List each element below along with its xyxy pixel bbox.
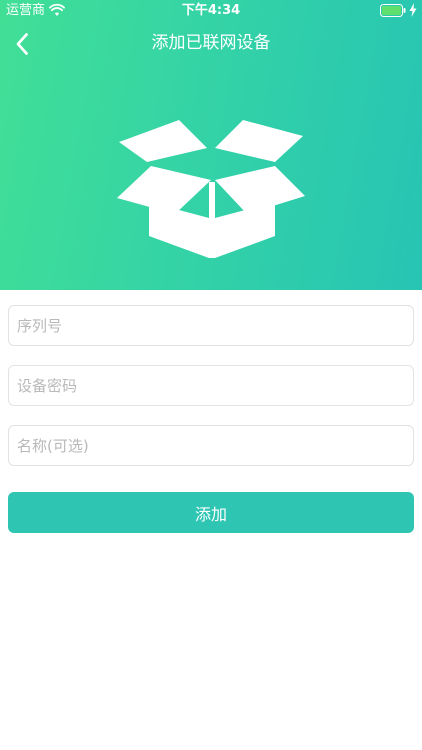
- battery-icon: [380, 4, 406, 17]
- device-name-field[interactable]: [8, 425, 414, 466]
- serial-number-input[interactable]: [9, 306, 413, 345]
- device-password-field[interactable]: [8, 365, 414, 406]
- charging-bolt-icon: [409, 3, 417, 17]
- hero-header: 运营商 下午4:34 添加已联网设备: [0, 0, 422, 290]
- serial-number-field[interactable]: [8, 305, 414, 346]
- page-title: 添加已联网设备: [151, 33, 271, 53]
- status-time: 下午4:34: [181, 3, 241, 18]
- device-name-input[interactable]: [9, 426, 413, 465]
- status-bar: 运营商 下午4:34: [0, 0, 422, 22]
- add-networked-device-screen: 运营商 下午4:34 添加已联网设备 序列号 名称(可选) 添加: [0, 0, 422, 750]
- device-password-input[interactable]: [9, 366, 413, 405]
- add-button[interactable]: 添加: [8, 492, 414, 533]
- open-box-icon: [117, 120, 305, 258]
